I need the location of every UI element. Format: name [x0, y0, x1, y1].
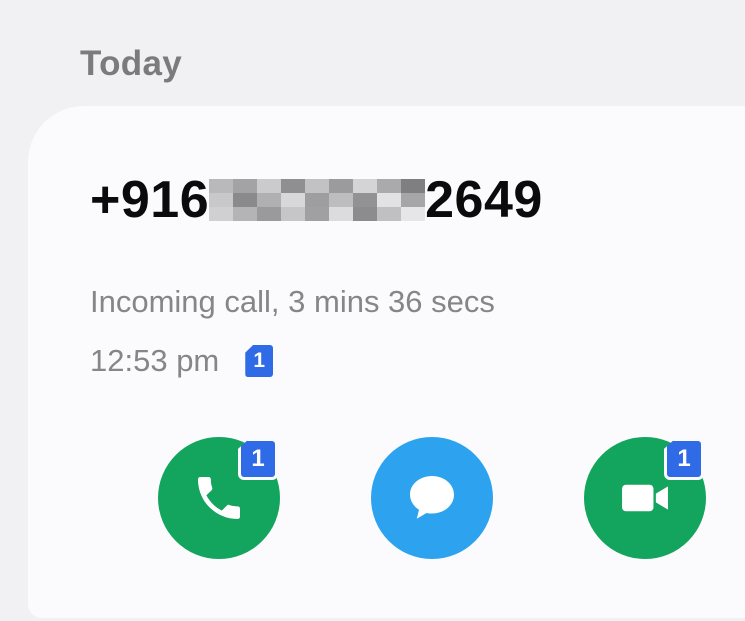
call-time: 12:53 pm	[90, 343, 220, 378]
phone-number-prefix: +916	[90, 171, 210, 229]
phone-number: +916 2649	[90, 170, 543, 230]
phone-icon	[198, 477, 240, 519]
call-button[interactable]: 1	[158, 437, 280, 559]
phone-number-suffix: 2649	[425, 171, 543, 229]
call-time-row: 12:53 pm 1	[90, 343, 274, 379]
sim-card-icon: 1	[245, 345, 274, 377]
section-header-today: Today	[80, 44, 182, 83]
video-call-button[interactable]: 1	[584, 437, 706, 559]
redacted-digits	[209, 179, 426, 221]
message-bubble-icon	[410, 476, 454, 519]
video-sim-badge: 1	[664, 438, 704, 480]
call-sim-badge: 1	[238, 438, 278, 480]
call-type-duration: Incoming call, 3 mins 36 secs	[90, 284, 495, 319]
message-button[interactable]	[371, 437, 493, 559]
